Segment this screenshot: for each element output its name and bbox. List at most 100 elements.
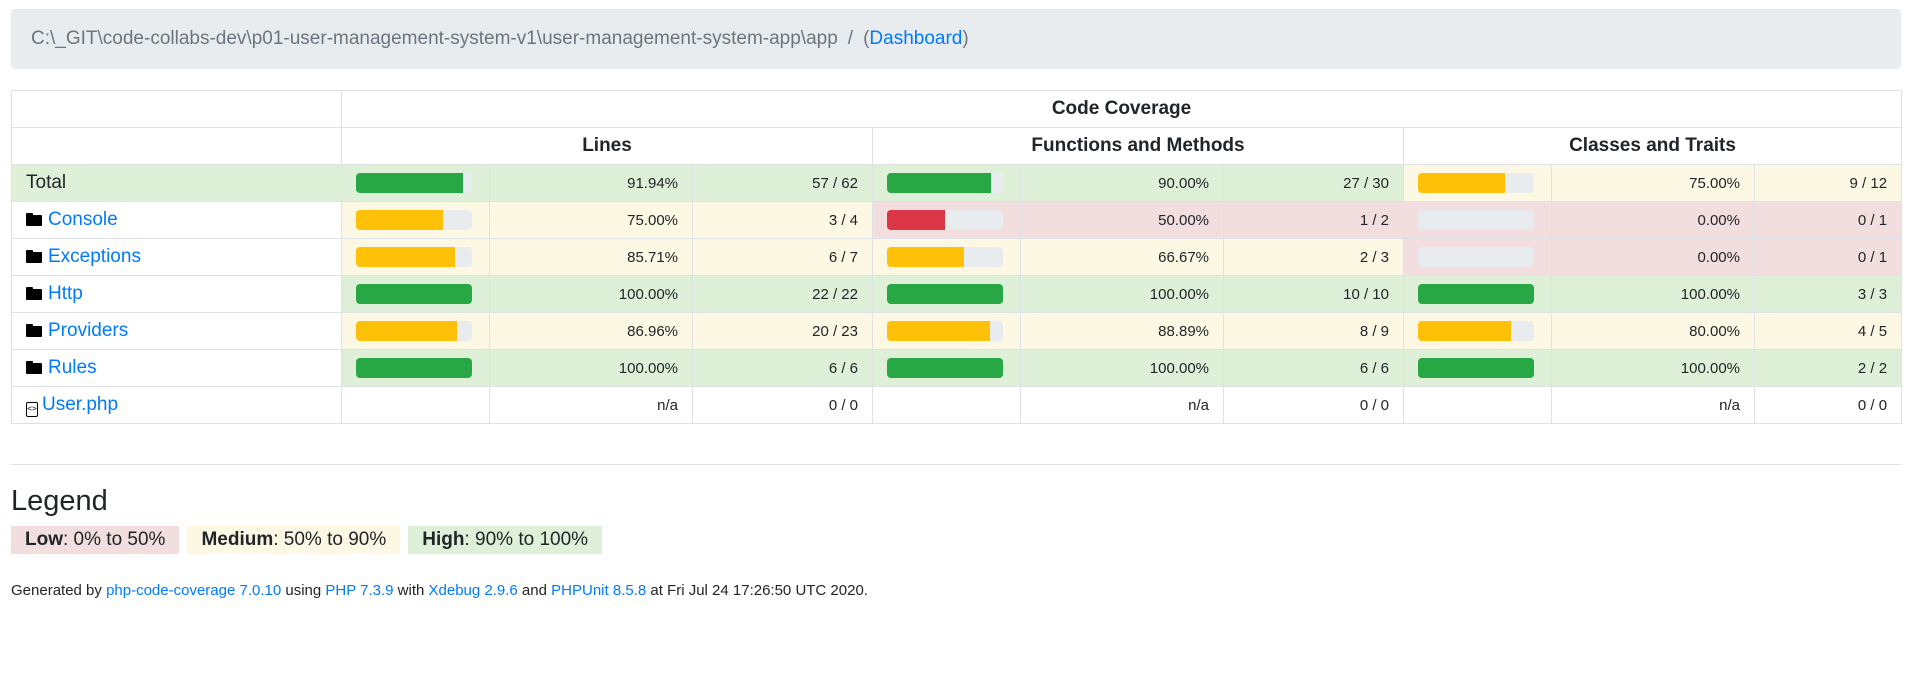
- lines-progress-fill: [356, 247, 456, 267]
- classes-progress-fill: [1418, 173, 1505, 193]
- lines-progress-fill: [356, 284, 472, 304]
- lines-bar-cell: [341, 201, 490, 239]
- functions-ratio: 2 / 3: [1223, 238, 1404, 276]
- legend-high-range: : 90% to 100%: [464, 529, 589, 550]
- functions-progress-fill: [887, 321, 991, 341]
- row-name-cell: Http: [11, 275, 342, 313]
- lines-ratio: 57 / 62: [692, 164, 873, 202]
- phpunit-link[interactable]: PHPUnit 8.5.8: [551, 582, 646, 599]
- php-code-coverage-link[interactable]: php-code-coverage 7.0.10: [106, 582, 281, 599]
- functions-progress-bar: [887, 358, 1003, 378]
- file-code-icon: <>: [26, 401, 38, 417]
- lines-progress-fill: [356, 358, 472, 378]
- lines-percent: 75.00%: [489, 201, 693, 239]
- row-link[interactable]: Console: [48, 209, 118, 230]
- header-functions: Functions and Methods: [872, 127, 1404, 165]
- classes-ratio: 0 / 0: [1753, 386, 1903, 424]
- row-link[interactable]: Rules: [48, 357, 97, 378]
- breadcrumb-close-paren: ): [962, 28, 969, 49]
- lines-progress-fill: [356, 210, 443, 230]
- footer: Generated by php-code-coverage 7.0.10 us…: [11, 582, 1901, 599]
- classes-percent: 100.00%: [1551, 275, 1755, 313]
- lines-percent: 91.94%: [489, 164, 693, 202]
- classes-percent: 75.00%: [1551, 164, 1755, 202]
- functions-percent: n/a: [1020, 386, 1224, 424]
- functions-bar-cell: [872, 238, 1021, 276]
- table-row: Exceptions 85.71% 6 / 7 66.67% 2 / 3 0.00% 0 /…: [11, 238, 1903, 276]
- legend-high-label: High: [422, 529, 465, 550]
- classes-ratio: 2 / 2: [1753, 349, 1903, 387]
- classes-progress-bar: [1418, 247, 1534, 267]
- classes-ratio: 3 / 3: [1753, 275, 1903, 313]
- php-link[interactable]: PHP 7.3.9: [325, 582, 393, 599]
- lines-ratio: 0 / 0: [692, 386, 873, 424]
- row-name-cell: Providers: [11, 312, 342, 350]
- row-link[interactable]: User.php: [42, 394, 118, 415]
- functions-bar-cell: [872, 349, 1021, 387]
- classes-percent: n/a: [1551, 386, 1755, 424]
- row-link[interactable]: Http: [48, 283, 83, 304]
- functions-progress-fill: [887, 247, 965, 267]
- folder-icon: [26, 361, 42, 374]
- legend-high: High: 90% to 100%: [408, 526, 603, 554]
- classes-progress-fill: [1418, 284, 1534, 304]
- row-name-cell: Rules: [11, 349, 342, 387]
- lines-bar-cell: [341, 349, 490, 387]
- classes-percent: 0.00%: [1551, 238, 1755, 276]
- functions-progress-bar: [887, 321, 1003, 341]
- functions-percent: 90.00%: [1020, 164, 1224, 202]
- row-name-cell: Console: [11, 201, 342, 239]
- table-row: Providers 86.96% 20 / 23 88.89% 8 / 9 80.00% 4…: [11, 312, 1903, 350]
- dashboard-link[interactable]: Dashboard: [869, 28, 962, 50]
- lines-bar-cell: [341, 312, 490, 350]
- lines-bar-cell: [341, 238, 490, 276]
- classes-progress-fill: [1418, 358, 1534, 378]
- lines-progress-fill: [356, 321, 457, 341]
- row-link[interactable]: Providers: [48, 320, 128, 341]
- footer-and: and: [517, 582, 552, 599]
- functions-ratio: 1 / 2: [1223, 201, 1404, 239]
- legend-medium: Medium: 50% to 90%: [187, 526, 401, 554]
- header-empty: [11, 90, 342, 128]
- classes-bar-cell: [1403, 349, 1552, 387]
- classes-progress-bar: [1418, 284, 1534, 304]
- row-name-cell: <> User.php: [11, 386, 342, 424]
- classes-ratio: 0 / 1: [1753, 201, 1903, 239]
- page: C:\_GIT\code-collabs-dev\p01-user-manage…: [11, 9, 1903, 599]
- functions-progress-bar: [887, 173, 1003, 193]
- lines-progress-fill: [356, 173, 463, 193]
- xdebug-link[interactable]: Xdebug 2.9.6: [429, 582, 518, 599]
- lines-progress-bar: [356, 284, 472, 304]
- classes-percent: 80.00%: [1551, 312, 1755, 350]
- folder-icon: [26, 287, 42, 300]
- table-row: <> User.php n/a 0 / 0 n/a 0 / 0 n/a 0 / 0: [11, 386, 1903, 424]
- row-name-cell: Exceptions: [11, 238, 342, 276]
- header-classes: Classes and Traits: [1402, 127, 1903, 165]
- classes-bar-cell: [1403, 312, 1552, 350]
- row-link[interactable]: Exceptions: [48, 246, 141, 267]
- classes-bar-cell: [1403, 238, 1552, 276]
- functions-progress-fill: [887, 358, 1003, 378]
- functions-progress-fill: [887, 173, 992, 193]
- row-name-cell: Total: [11, 164, 342, 202]
- table-row: Total 91.94% 57 / 62 90.00% 27 / 30 75.00% 9 /…: [11, 164, 1903, 202]
- table-row: Rules 100.00% 6 / 6 100.00% 6 / 6 100.00% 2 / …: [11, 349, 1903, 387]
- lines-ratio: 6 / 7: [692, 238, 873, 276]
- functions-bar-cell: [872, 164, 1021, 202]
- classes-ratio: 0 / 1: [1753, 238, 1903, 276]
- functions-ratio: 8 / 9: [1223, 312, 1404, 350]
- functions-percent: 100.00%: [1020, 349, 1224, 387]
- lines-progress-bar: [356, 247, 472, 267]
- divider: [11, 464, 1901, 465]
- functions-progress-fill: [887, 284, 1003, 304]
- functions-ratio: 10 / 10: [1223, 275, 1404, 313]
- lines-percent: 86.96%: [489, 312, 693, 350]
- classes-progress-fill: [1418, 321, 1511, 341]
- header-code-coverage: Code Coverage: [340, 90, 1903, 128]
- classes-ratio: 9 / 12: [1753, 164, 1903, 202]
- breadcrumb-separator: /: [847, 28, 854, 49]
- table-row: Console 75.00% 3 / 4 50.00% 1 / 2 0.00% 0 / 1: [11, 201, 1903, 239]
- classes-percent: 100.00%: [1551, 349, 1755, 387]
- classes-bar-cell: [1403, 275, 1552, 313]
- classes-bar-cell: [1403, 201, 1552, 239]
